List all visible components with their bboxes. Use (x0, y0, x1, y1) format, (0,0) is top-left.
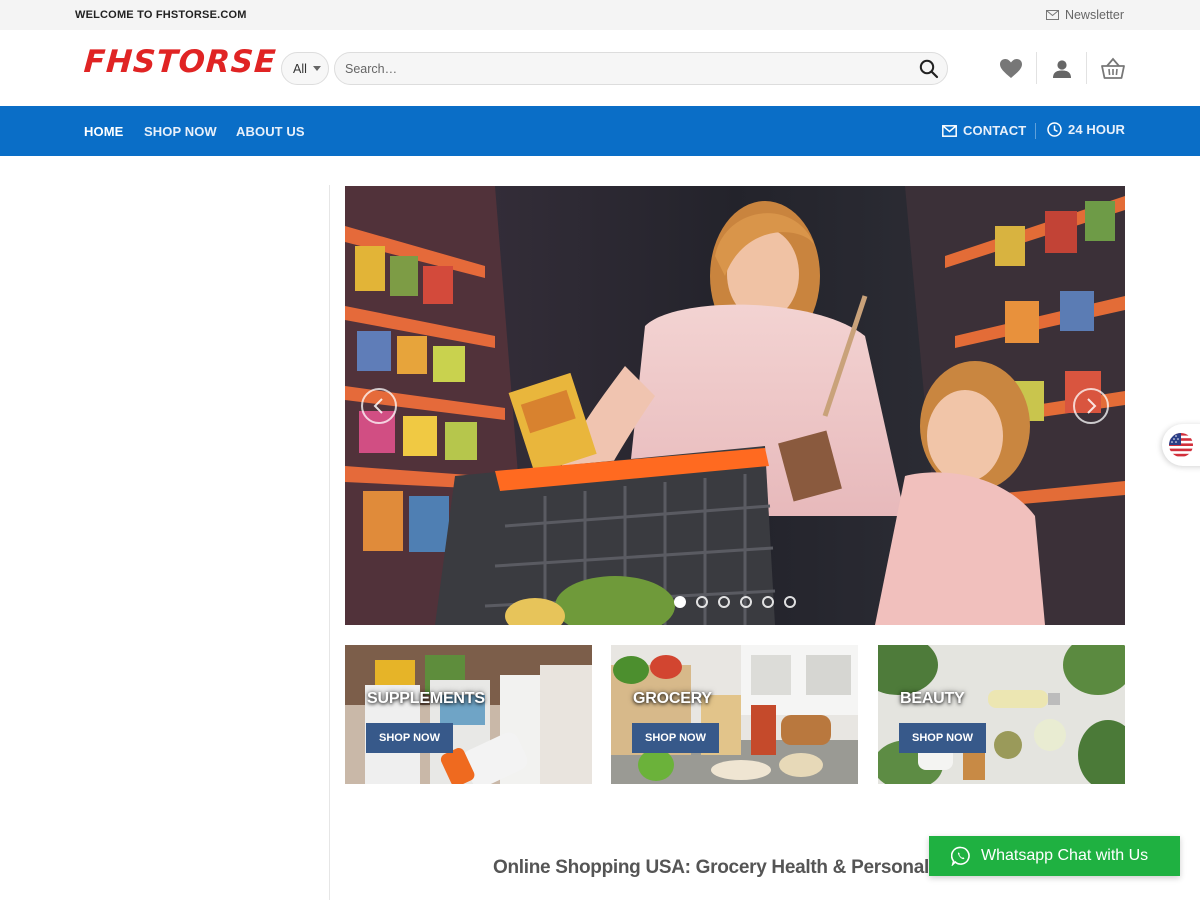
nav-item-home[interactable]: HOME (84, 124, 123, 139)
us-flag-icon (1169, 433, 1193, 457)
heart-icon[interactable] (998, 56, 1024, 82)
nav-contact-label: CONTACT (963, 123, 1027, 138)
chevron-down-icon (312, 66, 321, 71)
envelope-icon (942, 124, 957, 137)
nav-item-contact[interactable]: CONTACT (942, 123, 1026, 138)
search-input[interactable] (335, 53, 895, 84)
hero-slider[interactable] (345, 186, 1125, 625)
category-tile-beauty[interactable]: BEAUTY SHOP NOW (878, 645, 1125, 784)
whatsapp-icon (951, 846, 970, 866)
category-select[interactable]: All (281, 52, 329, 85)
page-heading: Online Shopping USA: Grocery Health & Pe… (493, 857, 975, 878)
category-tile-grocery[interactable]: GROCERY SHOP NOW (611, 645, 858, 784)
category-title: SUPPLEMENTS (367, 690, 485, 707)
language-switcher[interactable] (1162, 424, 1200, 466)
header-divider (1036, 52, 1037, 84)
chevron-right-icon (1087, 398, 1097, 414)
slider-dot[interactable] (740, 596, 752, 608)
slider-dot[interactable] (674, 596, 686, 608)
main-nav: HOME SHOP NOW ABOUT US CONTACT 24 HOUR (0, 106, 1200, 156)
chevron-left-icon (373, 398, 383, 414)
site-logo[interactable]: FHSTORSE (83, 44, 278, 80)
newsletter-label: Newsletter (1064, 8, 1124, 22)
slider-dot[interactable] (762, 596, 774, 608)
category-title: GROCERY (633, 690, 712, 707)
basket-icon[interactable] (1100, 56, 1126, 82)
whatsapp-chat-button[interactable]: Whatsapp Chat with Us (929, 836, 1180, 876)
search-box (334, 52, 948, 85)
nav-item-about-us[interactable]: ABOUT US (236, 124, 305, 139)
newsletter-link[interactable]: Newsletter (1045, 8, 1124, 22)
nav-divider (1035, 123, 1036, 139)
header-divider (1086, 52, 1087, 84)
category-selected-value: All (293, 61, 307, 76)
slider-dot[interactable] (696, 596, 708, 608)
slider-next-button[interactable] (1073, 388, 1109, 424)
category-title: BEAUTY (900, 690, 965, 707)
envelope-icon (1045, 10, 1059, 20)
slider-dot[interactable] (718, 596, 730, 608)
nav-item-shop-now[interactable]: SHOP NOW (144, 124, 217, 139)
nav-hours-label: 24 HOUR (1068, 122, 1126, 137)
beauty-image (878, 645, 1125, 784)
search-icon[interactable] (919, 59, 939, 79)
category-tile-supplements[interactable]: SUPPLEMENTS SHOP NOW (345, 645, 592, 784)
slider-prev-button[interactable] (361, 388, 397, 424)
shop-now-button[interactable]: SHOP NOW (366, 723, 453, 753)
clock-icon (1047, 122, 1062, 137)
whatsapp-label: Whatsapp Chat with Us (981, 847, 1149, 864)
sidebar-divider (329, 185, 330, 900)
nav-item-24-hour[interactable]: 24 HOUR (1047, 122, 1125, 137)
hero-image (345, 186, 1125, 625)
shop-now-button[interactable]: SHOP NOW (899, 723, 986, 753)
user-icon[interactable] (1049, 56, 1075, 82)
supplements-image (345, 645, 592, 784)
slider-dot[interactable] (784, 596, 796, 608)
top-bar: WELCOME TO FHSTORSE.COM Newsletter (0, 0, 1200, 30)
grocery-image (611, 645, 858, 784)
slider-dots (674, 596, 796, 608)
welcome-text: WELCOME TO FHSTORSE.COM (75, 9, 247, 21)
header: FHSTORSE All (0, 30, 1200, 106)
shop-now-button[interactable]: SHOP NOW (632, 723, 719, 753)
